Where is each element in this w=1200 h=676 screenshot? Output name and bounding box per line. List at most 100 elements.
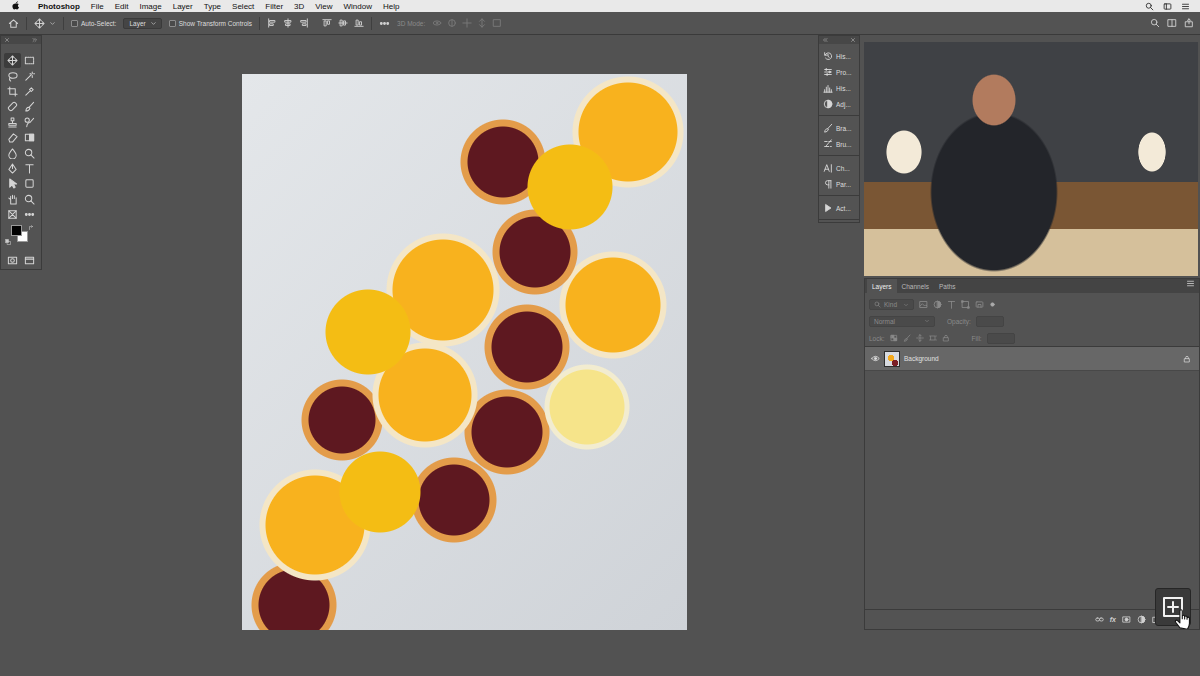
apple-icon[interactable] — [11, 1, 21, 11]
list-icon[interactable] — [1181, 2, 1190, 11]
move-icon[interactable] — [34, 18, 45, 29]
align-bottom-icon[interactable] — [354, 18, 364, 28]
document-image[interactable] — [242, 74, 687, 630]
tool-button[interactable] — [21, 176, 38, 191]
paragraph-icon[interactable] — [823, 179, 833, 189]
tool-button[interactable] — [21, 68, 38, 83]
adjustment-layer-icon[interactable] — [1137, 615, 1146, 624]
tool-button[interactable] — [4, 68, 21, 83]
collapsed-panel-button[interactable]: His... — [819, 48, 859, 64]
close-icon[interactable] — [4, 37, 10, 43]
frame-icon[interactable] — [7, 209, 18, 220]
panel-tab[interactable]: Layers — [867, 279, 897, 293]
menu-item[interactable]: Type — [204, 2, 221, 11]
lock-icon[interactable] — [1183, 355, 1191, 363]
collapsed-panel-button[interactable]: Bru... — [819, 136, 859, 152]
tool-button[interactable] — [4, 161, 21, 176]
tool-button[interactable] — [4, 192, 21, 207]
swap-colors-icon[interactable] — [28, 225, 34, 231]
zoom-icon[interactable] — [24, 194, 35, 205]
menu-item[interactable]: View — [315, 2, 332, 11]
tool-button[interactable] — [4, 130, 21, 145]
adjustments-icon[interactable] — [823, 99, 833, 109]
filter-toggle-icon[interactable] — [989, 301, 996, 308]
tool-button[interactable] — [4, 207, 21, 222]
history-icon[interactable] — [823, 51, 833, 61]
menu-item[interactable]: Layer — [173, 2, 193, 11]
more-options-icon[interactable] — [379, 18, 390, 29]
align-middle-icon[interactable] — [338, 18, 348, 28]
tool-button[interactable] — [21, 99, 38, 114]
edit-toolbar-icon[interactable] — [24, 209, 35, 220]
menu-item[interactable]: Image — [139, 2, 161, 11]
opacity-field[interactable] — [976, 316, 1004, 327]
gradient-icon[interactable] — [24, 132, 35, 143]
tool-button[interactable] — [4, 176, 21, 191]
collapsed-panel-button[interactable]: Bra... — [819, 120, 859, 136]
tool-button[interactable] — [21, 207, 38, 222]
quick-mask-icon[interactable] — [7, 255, 18, 266]
share-icon[interactable] — [1184, 18, 1194, 28]
filter-kind-dropdown[interactable]: Kind — [869, 299, 914, 310]
panel-tab[interactable]: Channels — [897, 279, 934, 293]
expand-icon[interactable] — [32, 37, 38, 43]
tool-button[interactable] — [4, 115, 21, 130]
foreground-color-swatch[interactable] — [11, 225, 22, 236]
search-icon[interactable] — [1145, 2, 1154, 11]
close-icon[interactable] — [850, 37, 856, 43]
eyedropper-icon[interactable] — [24, 86, 35, 97]
screen-mode-icon[interactable] — [24, 255, 35, 266]
tool-button[interactable] — [4, 84, 21, 99]
layer-row[interactable]: Background — [865, 347, 1199, 371]
control-center-icon[interactable] — [1163, 2, 1172, 11]
tool-button[interactable] — [21, 84, 38, 99]
eraser-icon[interactable] — [7, 132, 18, 143]
transform-controls-option[interactable]: Show Transform Controls — [169, 20, 252, 27]
blend-mode-dropdown[interactable]: Normal — [869, 316, 935, 327]
tool-button[interactable] — [4, 145, 21, 160]
chevron-down-icon[interactable] — [150, 20, 157, 27]
chevron-down-icon[interactable] — [49, 20, 56, 27]
pen-icon[interactable] — [7, 163, 18, 174]
histogram-icon[interactable] — [823, 83, 833, 93]
tool-button[interactable] — [4, 253, 21, 268]
workspace-icon[interactable] — [1167, 18, 1177, 28]
actions-icon[interactable] — [823, 203, 833, 213]
layer-name[interactable]: Background — [904, 355, 939, 362]
tool-button[interactable] — [21, 145, 38, 160]
marquee-icon[interactable] — [24, 55, 35, 66]
auto-select-option[interactable]: Auto-Select: — [71, 20, 116, 27]
expand-icon[interactable] — [822, 37, 828, 43]
tool-button[interactable] — [21, 192, 38, 207]
add-layer-style-button[interactable]: fx — [1110, 616, 1116, 623]
app-menu[interactable]: Photoshop — [38, 2, 80, 11]
path-selection-icon[interactable] — [7, 178, 18, 189]
menu-item[interactable]: Edit — [115, 2, 129, 11]
move-icon[interactable] — [7, 55, 18, 66]
tool-button[interactable] — [21, 130, 38, 145]
link-layers-icon[interactable] — [1095, 615, 1104, 624]
menu-item[interactable]: 3D — [294, 2, 304, 11]
align-center-icon[interactable] — [283, 18, 293, 28]
collapsed-panel-button[interactable]: Act... — [819, 200, 859, 216]
properties-icon[interactable] — [823, 67, 833, 77]
panel-tab[interactable]: Paths — [934, 279, 961, 293]
lasso-icon[interactable] — [7, 71, 18, 82]
align-right-icon[interactable] — [299, 18, 309, 28]
auto-select-checkbox[interactable] — [71, 20, 78, 27]
collapsed-panel-button[interactable]: Adj... — [819, 96, 859, 112]
layer-thumbnail[interactable] — [884, 351, 900, 367]
auto-select-target-dropdown[interactable]: Layer — [123, 18, 161, 29]
menu-item[interactable]: Window — [344, 2, 372, 11]
collapsed-panel-button[interactable]: Pro... — [819, 64, 859, 80]
transform-controls-checkbox[interactable] — [169, 20, 176, 27]
magic-wand-icon[interactable] — [24, 71, 35, 82]
type-icon[interactable] — [24, 163, 35, 174]
character-icon[interactable] — [823, 163, 833, 173]
menu-item[interactable]: Help — [383, 2, 399, 11]
tool-button[interactable] — [21, 161, 38, 176]
tool-preset-picker[interactable] — [34, 18, 56, 29]
brush-icon[interactable] — [24, 101, 35, 112]
tool-button[interactable] — [4, 53, 21, 68]
rectangle-icon[interactable] — [24, 178, 35, 189]
